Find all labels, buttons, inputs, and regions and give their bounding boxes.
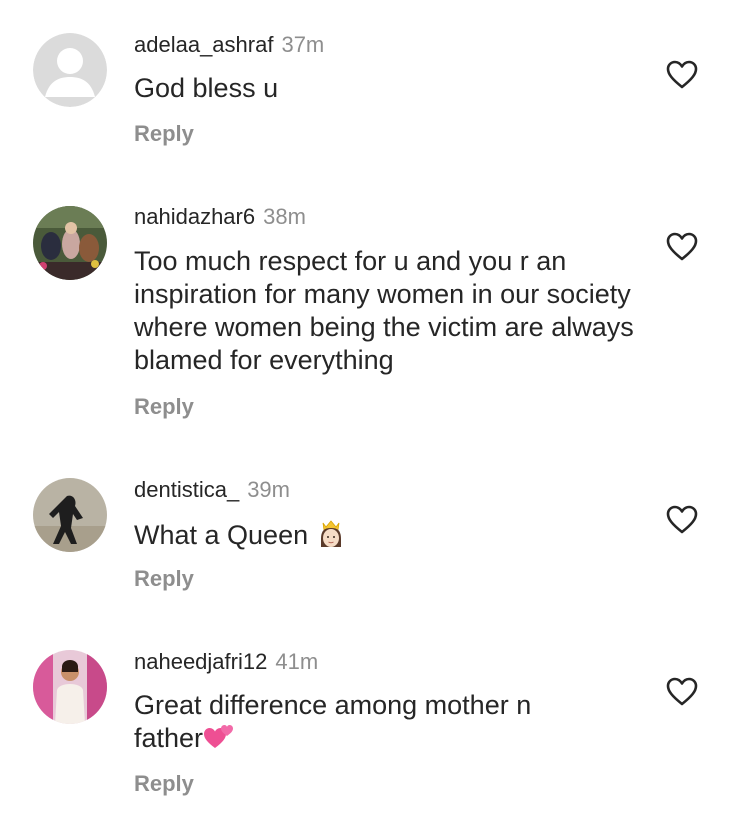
reply-button[interactable]: Reply [134, 771, 194, 797]
comment-header: dentistica_ 39m [134, 477, 290, 503]
user-photo-avatar [33, 650, 107, 724]
like-heart-icon[interactable] [666, 677, 698, 707]
queen-emoji-icon [316, 517, 346, 557]
comment-header: nahidazhar6 38m [134, 204, 306, 230]
username[interactable]: nahidazhar6 [134, 204, 255, 229]
default-avatar-icon [33, 33, 107, 107]
user-photo-avatar [33, 478, 107, 552]
comment-text-content: What a Queen [134, 520, 309, 551]
user-photo-avatar [33, 206, 107, 280]
comment-header: adelaa_ashraf 37m [134, 32, 324, 58]
avatar[interactable] [33, 478, 107, 552]
avatar[interactable] [33, 650, 107, 724]
avatar[interactable] [33, 206, 107, 280]
username[interactable]: naheedjafri12 [134, 649, 267, 674]
username[interactable]: dentistica_ [134, 477, 239, 502]
comment-header: naheedjafri12 41m [134, 649, 318, 675]
comment-text: Too much respect for u and you r an insp… [134, 246, 634, 375]
timestamp: 37m [281, 32, 325, 57]
username[interactable]: adelaa_ashraf [134, 32, 273, 57]
reply-button[interactable]: Reply [134, 394, 194, 420]
reply-button[interactable]: Reply [134, 121, 194, 147]
like-heart-icon[interactable] [666, 505, 698, 535]
two-hearts-emoji-icon [203, 722, 235, 758]
like-heart-icon[interactable] [666, 232, 698, 262]
like-heart-icon[interactable] [666, 60, 698, 90]
avatar[interactable] [33, 33, 107, 107]
timestamp: 41m [275, 649, 319, 674]
comment-text-content: Great difference among mother n father [134, 690, 532, 754]
timestamp: 39m [247, 477, 290, 502]
reply-button[interactable]: Reply [134, 566, 194, 592]
timestamp: 38m [263, 204, 306, 229]
comment-text: God bless u [134, 73, 279, 103]
comment-text: Great difference among mother n father [134, 689, 574, 758]
comment-text: What a Queen [134, 517, 634, 557]
